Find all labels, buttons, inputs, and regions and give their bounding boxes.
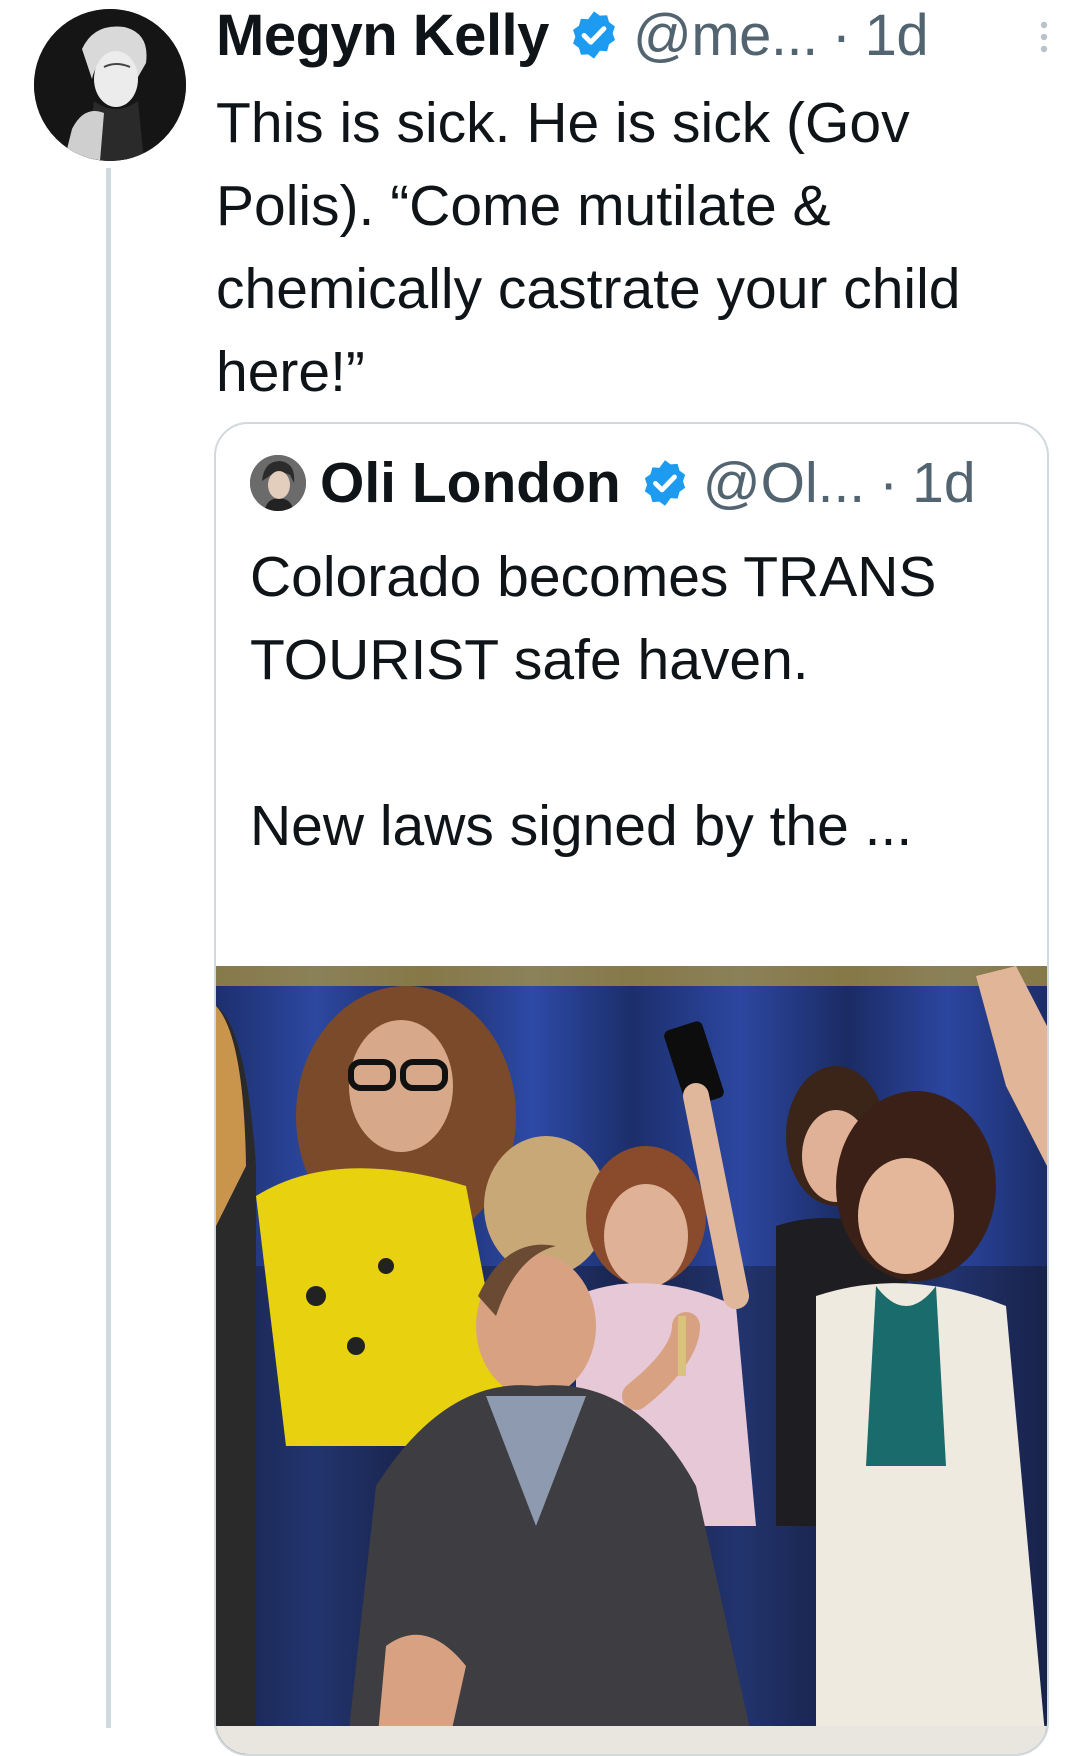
author-avatar-image bbox=[34, 9, 186, 161]
quoted-verified-badge-icon bbox=[639, 457, 691, 509]
author-avatar[interactable] bbox=[34, 9, 186, 161]
quoted-tweet[interactable]: Oli London @Ol... · 1d Colorado becomes … bbox=[214, 422, 1049, 1756]
tweet[interactable]: Megyn Kelly @me... · 1d This is sick. He… bbox=[0, 0, 1080, 1756]
tweet-header: Megyn Kelly @me... · 1d bbox=[216, 2, 1080, 68]
quoted-author-avatar[interactable] bbox=[250, 455, 306, 511]
verified-badge-icon bbox=[567, 8, 621, 62]
thread-line bbox=[106, 168, 111, 1728]
quoted-tweet-timestamp[interactable]: 1d bbox=[912, 450, 975, 516]
author-handle[interactable]: @me... bbox=[633, 2, 818, 69]
quoted-author-handle[interactable]: @Ol... bbox=[703, 450, 865, 516]
separator-dot: · bbox=[831, 2, 851, 68]
quoted-author-avatar-image bbox=[250, 455, 306, 511]
quoted-tweet-text: Colorado becomes TRANS TOURIST safe have… bbox=[250, 545, 937, 858]
quoted-tweet-header: Oli London @Ol... · 1d bbox=[250, 450, 976, 516]
author-name[interactable]: Megyn Kelly bbox=[216, 2, 549, 69]
tweet-text: This is sick. He is sick (Gov Polis). “C… bbox=[216, 91, 977, 404]
quoted-tweet-photo[interactable] bbox=[216, 966, 1047, 1754]
bill-signing-photo bbox=[216, 966, 1047, 1754]
tweet-timestamp[interactable]: 1d bbox=[865, 2, 929, 69]
quoted-separator-dot: · bbox=[879, 451, 899, 515]
more-options-icon[interactable] bbox=[1038, 20, 1050, 54]
quoted-author-name[interactable]: Oli London bbox=[320, 450, 621, 516]
